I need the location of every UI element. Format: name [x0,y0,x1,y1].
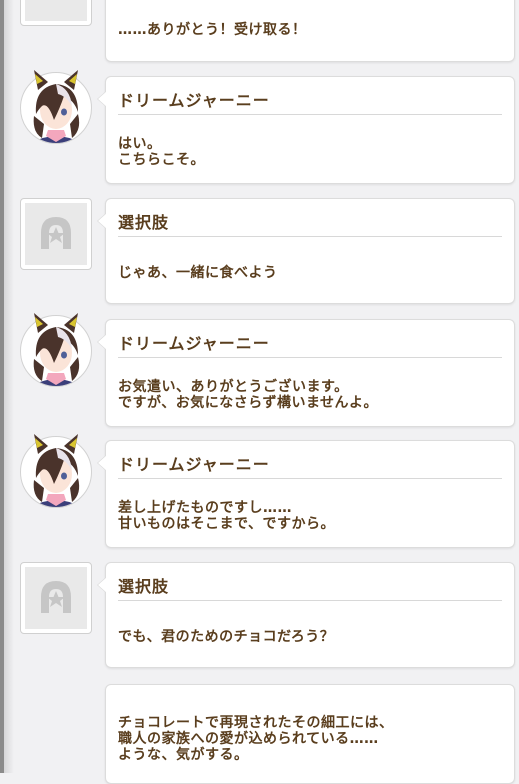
choice-horseshoe-icon [41,581,71,613]
divider [118,478,502,479]
log-entry-6: チョコレートで再現されたその細工には、 職人の家族への愛が込められている…… よ… [105,684,515,784]
log-entry-1: ドリームジャーニー はい。 こちらこそ。 [97,76,515,184]
choice-icon [20,562,92,634]
rail-shadow [4,0,14,773]
speaker-name: ドリームジャーニー [118,91,270,110]
choice-icon-partial [20,0,92,26]
speaker-name: 選択肢 [118,577,170,596]
log-entry-5: 選択肢 でも、君のためのチョコだろう？ [97,562,515,668]
message-text: じゃあ、一緒に食べよう [118,265,278,281]
message-text: でも、君のためのチョコだろう？ [118,629,335,645]
divider [118,236,502,237]
message-text: ……ありがとう！受け取る！ [118,22,307,38]
speaker-name: 選択肢 [118,213,170,232]
log-entry-0: ……ありがとう！受け取る！ [105,0,515,62]
character-avatar [20,430,92,508]
choice-horseshoe-icon [41,217,71,249]
speaker-name: ドリームジャーニー [118,334,270,353]
dream-journey-portrait-icon [20,434,92,508]
divider [118,600,502,601]
character-avatar [20,66,92,144]
choice-icon [20,198,92,270]
log-entry-2: 選択肢 じゃあ、一緒に食べよう [97,198,515,304]
message-text: はい。 こちらこそ。 [118,136,205,168]
divider [118,357,502,358]
message-text: チョコレートで再現されたその細工には、 職人の家族への愛が込められている…… よ… [118,715,394,763]
character-avatar [20,309,92,387]
message-text: お気遣い、ありがとうございます。 ですが、お気になさらず構いませんよ。 [118,379,379,411]
speaker-name: ドリームジャーニー [118,455,270,474]
message-text: 差し上げたものですし…… 甘いものはそこまで、ですから。 [118,500,335,532]
divider [118,114,502,115]
log-entry-4: ドリームジャーニー 差し上げたものですし…… 甘いものはそこまで、ですから。 [97,440,515,548]
dream-journey-portrait-icon [20,70,92,144]
log-entry-3: ドリームジャーニー お気遣い、ありがとうございます。 ですが、お気になさらず構い… [97,319,515,427]
dream-journey-portrait-icon [20,313,92,387]
